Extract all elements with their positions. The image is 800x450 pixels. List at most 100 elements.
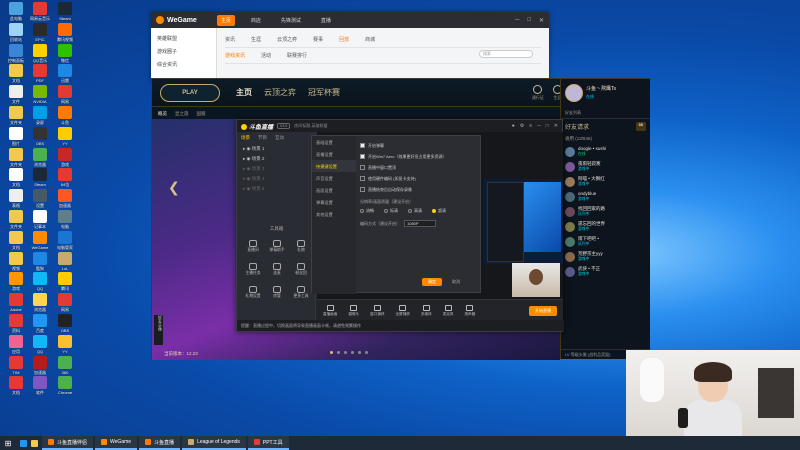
toolbox-item[interactable]: 礼物 [289,240,313,253]
toolbox-item[interactable]: 房管 [265,286,289,299]
scene-item[interactable]: ▸ ◉ 场景 2 [237,154,315,164]
wegame-sub-tab[interactable]: 赛事 [313,36,323,43]
taskbar-item[interactable]: 斗鱼直播 [139,436,181,450]
resolution-option[interactable]: 高清 [408,208,422,214]
lol-sub-tab[interactable]: 国服 [197,111,206,117]
wegame-nav-test[interactable]: 先锋测试 [277,15,305,26]
friends-tools[interactable]: 好友列表 [561,107,650,119]
wegame-sub-tab[interactable]: 回放 [339,36,349,43]
friend-item[interactable]: 夜雨轻寂寞 游戏中 [561,159,650,174]
play-button[interactable]: PLAY [160,83,220,102]
wegame-side-item[interactable]: 英雄联盟 [155,32,212,45]
wegame-side-item[interactable]: 游戏圈子 [155,45,212,58]
resolution-option[interactable]: 标清 [384,208,398,214]
toolbox-item[interactable]: 主播任务 [241,263,265,276]
settings-nav-item[interactable]: 声音设置 [312,172,356,184]
wegame-sub-tab[interactable]: 资讯 [225,36,235,43]
minimize-icon[interactable]: ─ [537,123,541,129]
settings-nav-item[interactable]: 画面设置 [312,184,356,196]
maximize-icon[interactable]: □ [527,17,531,24]
resolution-option[interactable]: 超清 [432,208,446,214]
gear-icon[interactable]: ⚙ [520,123,524,129]
toolbox-item[interactable]: 直播间 [241,240,265,253]
toolbox-item[interactable]: 粉丝团 [289,263,313,276]
encode-select[interactable]: 1080P [404,220,436,227]
minimize-icon[interactable]: ─ [515,17,519,24]
toolbox-item[interactable]: 连麦 [265,263,289,276]
start-live-button[interactable]: 开始直播 [529,306,557,316]
browser-icon[interactable] [20,439,27,447]
taskbar-item[interactable]: WeGame [95,436,138,450]
side-tag[interactable]: 好友头像 [154,315,163,345]
friend-item[interactable]: 荒野宗主yyy 游戏中 [561,249,650,264]
toolbox-item[interactable]: 弹幕助手 [265,240,289,253]
tab-interact[interactable]: 互动 [275,135,284,141]
scene-item[interactable]: ▸ ◉ 场景 5 [237,184,315,194]
settings-checkbox[interactable]: 直播中窗口置顶 [360,162,478,173]
source-button[interactable]: 扬声器 [464,305,475,317]
tab-clash[interactable]: 冠军杯赛 [308,87,340,98]
carousel-dot[interactable] [351,351,354,354]
friend-item[interactable]: 遗忘回的世界 游戏中 [561,219,650,234]
wegame-content-tab[interactable]: 联赛排行 [287,52,307,59]
settings-nav-item[interactable]: 快捷键设置 [312,160,356,172]
friend-item[interactable]: doogie • sushi 在线 [561,144,650,159]
tab-scene[interactable]: 场景 [241,135,250,141]
lol-sub-tab[interactable]: 概览 [158,111,167,117]
scene-item[interactable]: ▸ ◉ 场景 1 [237,144,315,154]
wegame-search-input[interactable]: 搜索 [479,50,533,58]
friend-item[interactable]: 武侠 • 不正 游戏中 [561,264,650,279]
desktop-icon[interactable]: 软件 [27,376,53,402]
source-button[interactable]: 麦克风 [443,305,453,317]
wegame-content-tab[interactable]: 游戏资讯 [225,52,245,59]
source-button[interactable]: 窗口捕获 [370,305,385,317]
friends-group[interactable]: 通用 (13/846) [561,134,650,144]
source-button[interactable]: 直播画面 [323,305,337,317]
pass-icon[interactable]: 通行证 [532,84,544,101]
carousel-dot[interactable] [330,351,333,354]
wegame-nav-live[interactable]: 直播 [317,15,335,26]
folder-icon[interactable] [31,439,38,447]
settings-dialog[interactable]: 基础设置 直播设置 快捷键设置 声音设置 画面设置 弹幕设置 其他设置 开启弹幕 开启Win7… [311,135,481,294]
chevron-left-icon[interactable]: ❮ [168,179,180,196]
friend-item[interactable]: 找回回家的路 队列中 [561,204,650,219]
scene-item[interactable]: ▸ ◉ 场景 4 [237,174,315,184]
wegame-sub-tab[interactable]: 商城 [365,36,375,43]
source-button[interactable]: 多媒体 [421,305,432,317]
wegame-side-item[interactable]: 综合资讯 [155,58,212,71]
desktop-icon[interactable]: 文档 [3,376,29,402]
settings-checkbox[interactable]: 开启弹幕 [360,140,478,151]
settings-checkbox[interactable]: 使用硬件编码 (如显卡支持) [360,173,478,184]
settings-nav-item[interactable]: 弹幕设置 [312,196,356,208]
friend-item[interactable]: 阿喵 • 大狮红 游戏中 [561,174,650,189]
settings-checkbox[interactable]: 直播结束后自动保存录像 [360,184,478,195]
friend-item[interactable]: ondyblue 游戏中 [561,189,650,204]
taskbar-item[interactable]: League of Legends [182,436,246,450]
ok-button[interactable]: 确定 [422,278,442,286]
maximize-icon[interactable]: □ [546,123,549,129]
cancel-button[interactable]: 取消 [452,278,460,286]
tab-program[interactable]: 节目 [258,135,267,141]
tab-tft[interactable]: 云顶之弈 [264,87,296,98]
carousel-dot[interactable] [344,351,347,354]
carousel-dot[interactable] [358,351,361,354]
carousel-dot[interactable] [365,351,368,354]
scene-item[interactable]: ▸ ◉ 场景 3 [237,164,315,174]
toolbox-item[interactable]: 礼物设置 [241,286,265,299]
close-icon[interactable]: ✕ [554,123,558,129]
source-button[interactable]: 全屏捕获 [396,305,410,317]
taskbar-item[interactable]: 斗鱼直播伴侣 [42,436,94,450]
carousel-dot[interactable] [337,351,340,354]
avatar[interactable] [565,84,583,102]
settings-nav-item[interactable]: 其他设置 [312,208,356,220]
lol-sub-tab[interactable]: 显之旅 [175,111,189,117]
tab-home[interactable]: 主页 [236,87,252,98]
wegame-nav-home[interactable]: 主页 [216,14,235,26]
close-icon[interactable]: ✕ [539,17,544,24]
wegame-content-tab[interactable]: 活动 [261,52,271,59]
source-button[interactable]: 摄像头 [348,305,359,317]
toolbox-item[interactable]: 更多工具 [289,286,313,299]
friend-item[interactable]: 雨下吧吧 • 队列中 [561,234,650,249]
stream-room-title[interactable]: 房间标题-英雄联盟 [294,123,354,129]
wegame-sub-tab[interactable]: 生涯 [251,36,261,43]
